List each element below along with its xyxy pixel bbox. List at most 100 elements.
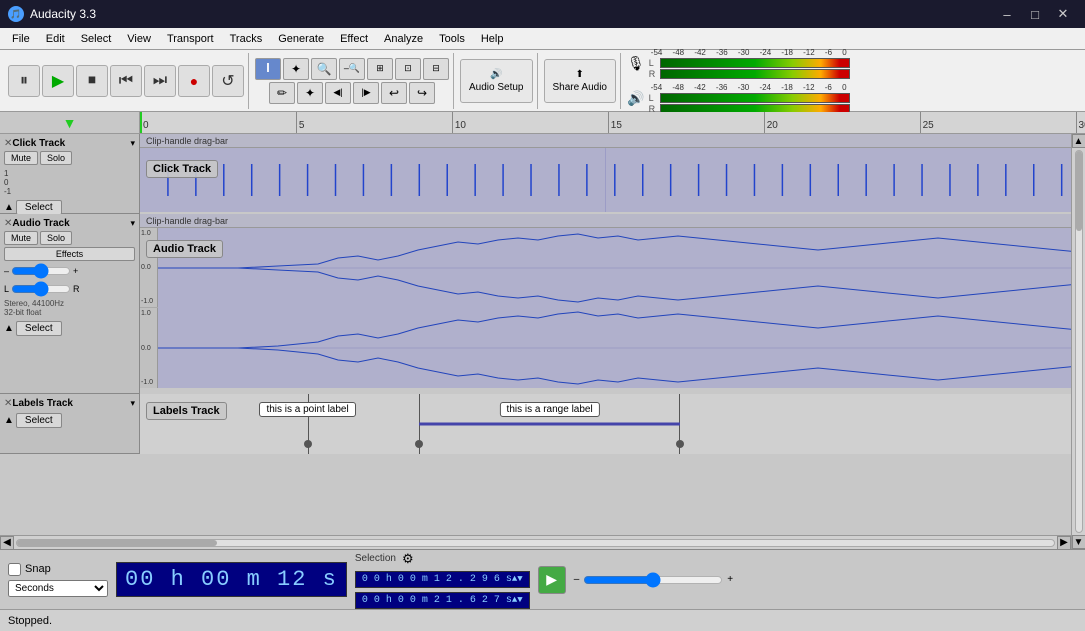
labels-track-dropdown[interactable]: ▾ <box>130 398 135 409</box>
bottom-channel-scale: 1.00.0-1.0 <box>140 308 158 388</box>
maximize-button[interactable]: □ <box>1021 0 1049 28</box>
vscroll-bottom-button[interactable]: ▼ <box>1072 535 1085 549</box>
loop-button[interactable]: ↺ <box>212 65 244 97</box>
menu-effect[interactable]: Effect <box>332 31 376 47</box>
zoom-out-tool[interactable]: –🔍 <box>339 58 365 80</box>
gain-max-label: + <box>73 266 78 276</box>
timeline-ruler: ▼ 0 5 10 15 20 25 30 <box>0 112 1085 134</box>
labels-track-close[interactable]: ✕ <box>4 398 12 409</box>
ruler-tick-5: 5 <box>296 112 305 133</box>
menu-view[interactable]: View <box>119 31 159 47</box>
vscroll-thumb[interactable] <box>1076 151 1082 231</box>
audio-solo-button[interactable]: Solo <box>40 231 72 245</box>
multi-tool[interactable]: ✦ <box>297 82 323 104</box>
sel-time2-arrow[interactable]: ▲▼ <box>512 595 523 605</box>
click-clip-drag-bar[interactable]: Clip-handle drag-bar <box>140 134 1071 148</box>
menu-generate[interactable]: Generate <box>270 31 332 47</box>
click-solo-button[interactable]: Solo <box>40 151 72 165</box>
pan-slider[interactable] <box>11 281 71 297</box>
point-label-dot <box>304 440 312 448</box>
pause-button[interactable]: ⏸ <box>8 65 40 97</box>
zoom-out2-tool[interactable]: ⊟ <box>423 58 449 80</box>
menu-help[interactable]: Help <box>473 31 512 47</box>
skip-start-button[interactable]: ⏮ <box>110 65 142 97</box>
zoom-in-tool[interactable]: 🔍 <box>311 58 337 80</box>
snap-label: Snap <box>25 563 51 575</box>
click-arrow-up[interactable]: ▲ <box>4 202 14 213</box>
ruler-tick-10: 10 <box>452 112 466 133</box>
skip-end-button[interactable]: ⏭ <box>144 65 176 97</box>
click-mute-button[interactable]: Mute <box>4 151 38 165</box>
menu-file[interactable]: File <box>4 31 38 47</box>
range-end-dot <box>676 440 684 448</box>
hscroll-thumb[interactable] <box>17 540 217 546</box>
audio-track-content: Clip-handle drag-bar Audio Track 1.00.0-… <box>140 214 1071 394</box>
click-track-buttons: Mute Solo <box>4 151 135 165</box>
sel-time1-arrow[interactable]: ▲▼ <box>512 574 523 584</box>
hscroll-track <box>16 539 1055 547</box>
menu-transport[interactable]: Transport <box>159 31 222 47</box>
audio-setup-button[interactable]: 🔊 Audio Setup <box>460 59 533 103</box>
share-audio-icon: ⬆ <box>576 69 584 80</box>
ruler-tick-20: 20 <box>764 112 778 133</box>
click-track-dropdown[interactable]: ▾ <box>130 138 135 149</box>
vscroll-top-button[interactable]: ▲ <box>1072 134 1085 148</box>
close-button[interactable]: ✕ <box>1049 0 1077 28</box>
envelope-tool[interactable]: ✦ <box>283 58 309 80</box>
menu-edit[interactable]: Edit <box>38 31 73 47</box>
undo-tool[interactable]: ↩ <box>381 82 407 104</box>
hscroll-right-button[interactable]: ▶ <box>1057 536 1071 550</box>
selection-settings-icon[interactable]: ⚙ <box>402 551 414 567</box>
trim-right-tool[interactable]: |▶ <box>353 82 379 104</box>
audio-mute-button[interactable]: Mute <box>4 231 38 245</box>
redo-tool[interactable]: ↪ <box>409 82 435 104</box>
minimize-button[interactable]: – <box>993 0 1021 28</box>
record-button[interactable]: ● <box>178 65 210 97</box>
fit-tool[interactable]: ⊡ <box>395 58 421 80</box>
audio-track-clip-label: Audio Track <box>146 240 223 258</box>
click-track-close[interactable]: ✕ <box>4 138 12 149</box>
click-select-button[interactable]: Select <box>16 200 62 215</box>
labels-track: ✕ Labels Track ▾ ▲ Select La <box>0 394 1071 454</box>
snap-section: Snap Seconds <box>8 563 108 597</box>
menu-tools[interactable]: Tools <box>431 31 473 47</box>
select-tool[interactable]: 𝐈 <box>255 58 281 80</box>
fit-sel-tool[interactable]: ⊞ <box>367 58 393 80</box>
gain-slider[interactable] <box>11 263 71 279</box>
audio-arrow-up[interactable]: ▲ <box>4 323 14 334</box>
snap-checkbox[interactable] <box>8 563 21 576</box>
menu-select[interactable]: Select <box>73 31 120 47</box>
speed-slider[interactable] <box>583 572 723 588</box>
menu-analyze[interactable]: Analyze <box>376 31 431 47</box>
vertical-scrollbar: ▲ ▼ <box>1071 134 1085 549</box>
share-audio-button[interactable]: ⬆ Share Audio <box>544 59 617 103</box>
click-track-controls: ✕ Click Track ▾ Mute Solo 1 0 -1 <box>0 134 140 213</box>
pan-right-label: R <box>73 284 80 294</box>
audio-track: ✕ Audio Track ▾ Mute Solo Effects – + <box>0 214 1071 394</box>
play-small-button[interactable]: ▶ <box>538 566 566 594</box>
stop-button[interactable]: ⏹ <box>76 65 108 97</box>
menu-tracks[interactable]: Tracks <box>222 31 271 47</box>
window-controls: – □ ✕ <box>993 0 1077 28</box>
tools-section: 𝐈 ✦ 🔍 –🔍 ⊞ ⊡ ⊟ ✏ ✦ ◀| |▶ ↩ ↪ <box>251 53 454 109</box>
audio-track-dropdown[interactable]: ▾ <box>130 218 135 229</box>
play-button[interactable]: ▶ <box>42 65 74 97</box>
snap-checkbox-row: Snap <box>8 563 108 576</box>
draw-tool[interactable]: ✏ <box>269 82 295 104</box>
effects-button[interactable]: Effects <box>4 247 135 261</box>
audio-track-close[interactable]: ✕ <box>4 218 12 229</box>
audio-select-button[interactable]: Select <box>16 321 62 336</box>
share-audio-label: Share Audio <box>553 82 608 93</box>
audio-clip-drag-bar[interactable]: Clip-handle drag-bar <box>140 214 1071 228</box>
trim-left-tool[interactable]: ◀| <box>325 82 351 104</box>
seconds-select[interactable]: Seconds <box>8 580 108 597</box>
tools-row1: 𝐈 ✦ 🔍 –🔍 ⊞ ⊡ ⊟ <box>255 58 449 80</box>
input-meter-row: 🎙 -54-48-42-36-30-24-18-12-60 L R <box>627 48 850 79</box>
labels-arrow-up[interactable]: ▲ <box>4 415 14 426</box>
labels-select-button[interactable]: Select <box>16 413 62 428</box>
selection-time-2: 0 0 h 0 0 m 2 1 . 6 2 7 s ▲▼ <box>355 592 530 609</box>
vscroll-track <box>1075 150 1083 533</box>
audio-track-info: Stereo, 44100Hz32-bit float <box>4 299 135 317</box>
titlebar: 🎵 Audacity 3.3 – □ ✕ <box>0 0 1085 28</box>
hscroll-left-button[interactable]: ◀ <box>0 536 14 550</box>
